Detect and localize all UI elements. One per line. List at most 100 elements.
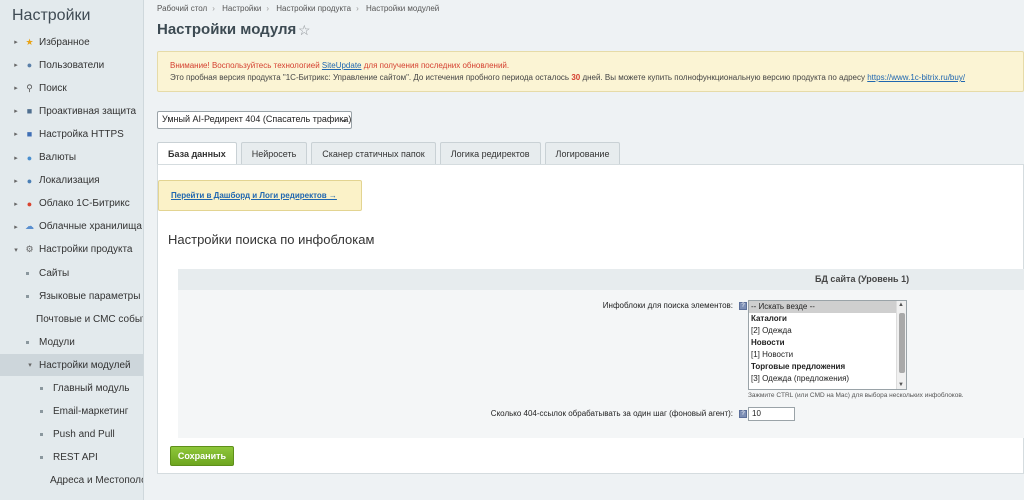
sidebar-item-label: Избранное [39, 36, 90, 48]
listbox-optgroup: Каталоги [751, 314, 787, 323]
sidebar-item-label: Сайты [39, 267, 70, 279]
notice-warning-text-end: для получения последних обновлений. [361, 61, 510, 70]
sidebar-item[interactable]: Email-маркетинг [0, 401, 143, 423]
scroll-up-icon[interactable]: ▲ [898, 302, 904, 308]
sidebar-item-label: Облачные хранилища [39, 221, 142, 233]
listbox-scrollbar[interactable]: ▲ ▼ [896, 301, 906, 389]
bullet-icon [40, 387, 43, 390]
chevron-right-icon[interactable]: ▸ [12, 154, 20, 162]
iblocks-listbox[interactable]: -- Искать везде -- Каталоги [2] Одежда Ново… [748, 300, 907, 390]
globe-icon: ● [26, 175, 33, 186]
breadcrumb: Рабочий стол › Настройки › Настройки проду… [157, 4, 439, 13]
scrollbar-thumb[interactable] [899, 313, 905, 373]
iblocks-label: Инфоблоки для поиска элементов: [602, 301, 733, 310]
main-content: Рабочий стол › Настройки › Настройки проду… [145, 0, 1024, 500]
sidebar-item-label: Языковые параметры [39, 290, 141, 302]
sidebar-item[interactable]: ▸ ● Облако 1С-Битрикс [0, 193, 143, 215]
chevron-right-icon[interactable]: ▸ [12, 200, 20, 208]
chevron-right-icon[interactable]: ▸ [12, 107, 20, 115]
batch-size-input[interactable]: 10 [748, 407, 795, 421]
sidebar-item-label: Локализация [39, 175, 100, 187]
chevron-down-icon[interactable]: ▾ [26, 361, 34, 369]
page-title: Настройки модуля [157, 21, 297, 38]
sidebar-item[interactable]: ▸ ★ Избранное [0, 31, 143, 53]
sidebar-item[interactable]: Адреса и Местоположения [0, 470, 143, 492]
favorite-star-icon[interactable]: ☆ [298, 22, 311, 39]
tab-neural-network[interactable]: Нейросеть [240, 142, 308, 164]
tab-static-folder-scanner[interactable]: Сканер статичных папок [311, 142, 436, 164]
sidebar-item[interactable]: Push and Pull [0, 424, 143, 446]
listbox-optgroup: Торговые предложения [751, 362, 846, 371]
notice-trial-line: Это пробная версия продукта "1С-Битрикс:… [170, 72, 1023, 84]
sidebar-item[interactable]: ▸ ● Пользователи [0, 54, 143, 76]
cloud-bitrix-icon: ● [26, 198, 33, 209]
chevron-right-icon[interactable]: ▸ [12, 130, 20, 138]
currency-icon: ● [26, 152, 33, 163]
chevron-right-icon[interactable]: ▸ [12, 223, 20, 231]
sidebar-item[interactable]: REST API [0, 447, 143, 469]
sidebar-item[interactable]: ▸ ☁ Облачные хранилища [0, 216, 143, 238]
breadcrumb-item[interactable]: Настройки продукта [276, 4, 351, 13]
iblocks-options: -- Искать везде -- Каталоги [2] Одежда Ново… [749, 301, 906, 385]
listbox-option[interactable]: -- Искать везде -- [749, 301, 896, 313]
help-icon[interactable]: ? [739, 410, 747, 418]
chevron-down-icon[interactable]: ▾ [12, 246, 20, 254]
bullet-icon [26, 340, 29, 344]
notice-warning-text: Внимание! Воспользуйтесь технологией [170, 61, 322, 70]
bullet-icon [40, 456, 43, 460]
group-header: БД сайта (Уровень 1) [178, 269, 1024, 290]
listbox-option[interactable]: [3] Одежда (предложения) [749, 373, 896, 385]
tab-logging[interactable]: Логирование [544, 142, 621, 164]
chevron-right-icon[interactable]: ▸ [12, 38, 20, 46]
siteupdate-link[interactable]: SiteUpdate [322, 61, 362, 70]
sidebar-item[interactable]: Почтовые и СМС события [0, 308, 143, 330]
buy-link[interactable]: https://www.1c-bitrix.ru/buy/ [867, 73, 965, 82]
bullet-icon [40, 410, 43, 414]
save-button[interactable]: Сохранить [170, 446, 234, 466]
shield-icon: ■ [26, 106, 33, 117]
sidebar-item[interactable]: ▸ ■ Настройка HTTPS [0, 123, 143, 145]
breadcrumb-item[interactable]: Настройки модулей [366, 4, 439, 13]
breadcrumb-item[interactable]: Настройки [222, 4, 261, 13]
listbox-option[interactable]: [1] Новости [749, 349, 896, 361]
chevron-right-icon[interactable]: ▸ [12, 177, 20, 185]
sidebar-item-label: Настройка HTTPS [39, 128, 124, 140]
sidebar-item[interactable]: Языковые параметры [0, 285, 143, 307]
lock-icon: ■ [26, 129, 33, 140]
star-icon: ★ [25, 36, 34, 47]
batch-label: Сколько 404-ссылок обрабатывать за один … [490, 409, 733, 418]
sidebar-item-label: Модули [39, 336, 75, 348]
sidebar-item-label: Push and Pull [53, 429, 115, 441]
module-select[interactable]: Умный AI-Редирект 404 (Спасатель трафика… [157, 111, 352, 129]
sidebar-item-label: Валюты [39, 152, 77, 163]
update-notice: Внимание! Воспользуйтесь технологией Sit… [157, 51, 1024, 92]
chevron-right-icon[interactable]: ▸ [12, 84, 20, 92]
iblocks-hint: Зажмите CTRL (или CMD на Mac) для выбора… [748, 392, 964, 399]
sidebar-item[interactable]: ▸ ● Валюты [0, 147, 143, 169]
sidebar: Настройки ▸ ★ Избранное ▸ ● Пользователи ▸ ⚲ Пои… [0, 0, 144, 500]
help-icon[interactable]: ? [739, 302, 747, 310]
sidebar-item[interactable]: ▾ Настройки модулей [0, 354, 143, 377]
bullet-icon [40, 433, 43, 437]
breadcrumb-separator: › [212, 4, 215, 13]
sidebar-item[interactable]: Сайты [0, 262, 143, 284]
section-title: Настройки поиска по инфоблокам [168, 232, 375, 247]
listbox-option[interactable]: [2] Одежда [749, 325, 896, 337]
tab-database[interactable]: База данных [157, 142, 237, 164]
scroll-down-icon[interactable]: ▼ [898, 382, 904, 388]
sidebar-item[interactable]: ▸ ⚲ Поиск [0, 77, 143, 99]
chevron-right-icon[interactable]: ▸ [12, 61, 20, 69]
sidebar-item[interactable]: ▾ ⚙ Настройки продукта [0, 239, 143, 261]
group-header-label: БД сайта (Уровень 1) [815, 274, 910, 284]
sidebar-item[interactable]: Модули [0, 331, 143, 353]
sidebar-item-label: Email-маркетинг [53, 406, 129, 418]
search-icon: ⚲ [26, 82, 33, 93]
sidebar-item[interactable]: ▸ ● Локализация [0, 170, 143, 192]
tab-redirect-logic[interactable]: Логика редиректов [439, 142, 541, 164]
sidebar-item-label: Проактивная защита [39, 105, 137, 117]
dashboard-link[interactable]: Перейти в Дашборд и Логи редиректов → [171, 191, 337, 200]
notice-warning-line: Внимание! Воспользуйтесь технологией Sit… [170, 60, 1023, 72]
sidebar-item[interactable]: ▸ ■ Проактивная защита [0, 100, 143, 122]
sidebar-item[interactable]: Главный модуль [0, 378, 143, 400]
breadcrumb-item[interactable]: Рабочий стол [157, 4, 207, 13]
